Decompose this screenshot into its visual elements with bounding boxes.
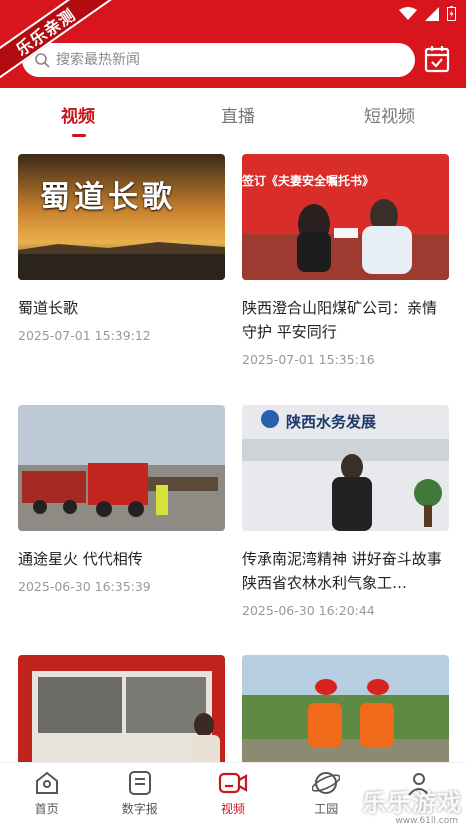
- video-timestamp: 2025-07-01 15:39:12: [18, 328, 151, 343]
- video-icon: [218, 772, 248, 794]
- video-title[interactable]: 蜀道长歌: [18, 296, 225, 320]
- nav-label: 首页: [34, 802, 59, 816]
- home-icon: [35, 771, 58, 794]
- video-thumbnail[interactable]: 蜀道长歌: [18, 154, 225, 280]
- search-bar[interactable]: [22, 43, 415, 77]
- tab-video[interactable]: 视频: [61, 102, 95, 127]
- nav-label: 数字报: [121, 802, 158, 816]
- nav-garden[interactable]: 工园: [280, 763, 373, 828]
- thumbnail-caption: 签订《夫妻安全嘱托书》: [242, 174, 375, 188]
- video-title[interactable]: 通途星火 代代相传: [18, 547, 225, 571]
- video-timestamp: 2025-07-01 15:35:16: [242, 352, 375, 367]
- tab-short-video[interactable]: 短视频: [364, 102, 415, 127]
- signal-icon: [425, 6, 439, 21]
- video-card[interactable]: 陕西水务发展 传承南泥湾精神 讲好奋斗故事 陕西省农林水利气象工… 2025-0…: [242, 405, 449, 618]
- tab-live[interactable]: 直播: [221, 102, 255, 127]
- tab-bar: 视频 直播 短视频: [0, 88, 466, 138]
- newspaper-icon: [128, 771, 151, 795]
- calendar-icon[interactable]: [424, 45, 450, 73]
- tab-active-indicator: [72, 134, 86, 137]
- nav-video[interactable]: 视频: [186, 763, 279, 828]
- bottom-navigation: 首页 数字报 视频 工园 乐乐游戏 www.61ll.com: [0, 762, 466, 828]
- video-timestamp: 2025-06-30 16:20:44: [242, 603, 375, 618]
- video-title[interactable]: 陕西澄合山阳煤矿公司：亲情守护 平安同行: [242, 296, 449, 344]
- wifi-icon: [399, 6, 417, 20]
- search-input[interactable]: [56, 52, 376, 68]
- thumbnail-caption: 陕西水务发展: [286, 413, 377, 431]
- video-title[interactable]: 传承南泥湾精神 讲好奋斗故事 陕西省农林水利气象工…: [242, 547, 449, 595]
- video-thumbnail[interactable]: 陕西水务发展: [242, 405, 449, 531]
- nav-label: 工园: [314, 802, 339, 816]
- globe-icon: [312, 772, 341, 794]
- video-card[interactable]: 签订《夫妻安全嘱托书》 陕西澄合山阳煤矿公司：亲情守护 平安同行 2025-07…: [242, 154, 449, 367]
- watermark-url: www.61ll.com: [395, 816, 458, 826]
- status-bar: [399, 6, 456, 21]
- battery-icon: [447, 6, 456, 21]
- video-card[interactable]: 通途星火 代代相传 2025-06-30 16:35:39: [18, 405, 225, 594]
- nav-digital-paper[interactable]: 数字报: [93, 763, 186, 828]
- video-card[interactable]: 蜀道长歌 蜀道长歌 2025-07-01 15:39:12: [18, 154, 225, 343]
- thumbnail-caption: 蜀道长歌: [40, 180, 176, 215]
- watermark: 乐乐游戏: [362, 789, 462, 817]
- nav-label: 视频: [221, 802, 246, 816]
- video-timestamp: 2025-06-30 16:35:39: [18, 579, 151, 594]
- nav-home[interactable]: 首页: [0, 763, 93, 828]
- video-thumbnail[interactable]: 签订《夫妻安全嘱托书》: [242, 154, 449, 280]
- video-thumbnail[interactable]: [18, 405, 225, 531]
